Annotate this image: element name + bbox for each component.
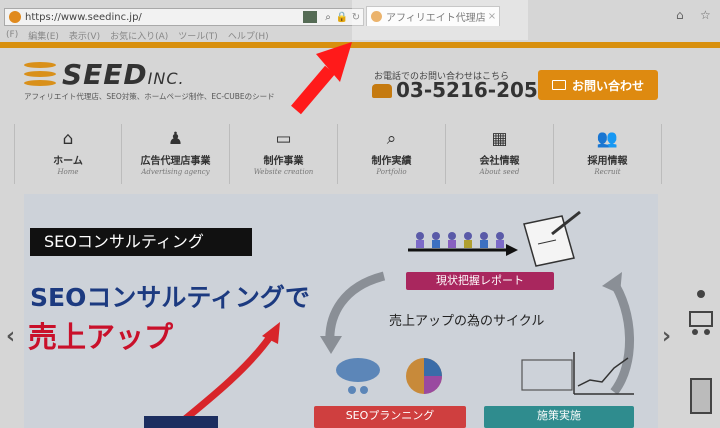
report-label: 現状把握レポート	[406, 272, 554, 290]
search-icon[interactable]: ⌕	[321, 12, 335, 23]
nav-item-portfolio[interactable]: ⌕ 制作実績 Portfolio	[338, 124, 446, 184]
growth-arrow	[171, 332, 275, 428]
cart-icon	[689, 290, 713, 335]
cycle-title: 売上アップの為のサイクル	[389, 314, 545, 329]
people-row-icon	[416, 232, 504, 248]
planning-label: SEOプランニング	[314, 406, 466, 428]
slider-next-button[interactable]: ›	[662, 324, 671, 349]
monitor-tool-icon: ▭	[275, 129, 292, 149]
annotation-arrow-shaft	[291, 65, 335, 115]
menu-item[interactable]: ツール(T)	[178, 29, 218, 42]
annotation-arrow-head	[316, 42, 352, 82]
nav-label: 採用情報	[587, 156, 628, 167]
favorites-star-icon[interactable]: ☆	[700, 8, 711, 22]
nav-label: 会社情報	[479, 156, 520, 167]
seed-logo-icon	[24, 62, 56, 90]
hero-tag: SEOコンサルティング	[30, 228, 252, 256]
cycle-arrowhead-left	[320, 336, 342, 354]
cycle-arrow-right	[608, 277, 634, 395]
report-document-icon	[523, 210, 581, 267]
nav-item-advertising-agency[interactable]: ♟ 広告代理店事業 Advertising agency	[122, 124, 230, 184]
nav-label: 制作実績	[371, 156, 412, 167]
site-top-stripe	[0, 42, 720, 48]
nav-label: 制作事業	[263, 156, 304, 167]
nav-item-recruit[interactable]: 👥 採用情報 Recruit	[554, 124, 662, 184]
building-icon: ▦	[491, 129, 508, 149]
phone-icon	[372, 84, 392, 98]
people-icon: 👥	[596, 129, 619, 149]
hero-slide[interactable]: SEOコンサルティング SEOコンサルティングで 売上アップ 売上アップの為のサ…	[24, 194, 658, 428]
brand-name: SEED	[62, 58, 148, 91]
compat-view-icon[interactable]	[303, 11, 317, 23]
team-icon: ♟	[167, 129, 184, 149]
menu-item[interactable]: お気に入り(A)	[110, 29, 168, 42]
hero-headline-accent: 売上アップ	[28, 320, 174, 354]
global-nav: ⌂ ホーム Home ♟ 広告代理店事業 Advertising agency ▭ 制作事業 W…	[0, 124, 720, 184]
mail-icon	[551, 80, 566, 90]
search-monitor-icon: ⌕	[386, 129, 397, 149]
nav-sublabel: Home	[57, 168, 79, 176]
address-bar[interactable]: https://www.seedinc.jp/ ⌕ 🔒 ↻	[4, 8, 364, 26]
pie-chart-icon	[406, 358, 442, 394]
home-icon: ⌂	[62, 129, 74, 149]
cycle-arrow-left	[325, 271, 386, 345]
logo-text: SEEDINC.	[62, 58, 185, 91]
contact-button[interactable]: お問い合わせ	[538, 70, 658, 100]
menu-item[interactable]: 編集(E)	[28, 29, 59, 42]
brand-suffix: INC.	[147, 69, 185, 88]
progress-arrowhead	[506, 244, 518, 256]
menu-item[interactable]: 表示(V)	[69, 29, 100, 42]
nav-sublabel: Advertising agency	[141, 168, 210, 176]
menu-item[interactable]: ヘルプ(H)	[228, 29, 269, 42]
lock-icon[interactable]: 🔒	[335, 12, 349, 23]
url-text[interactable]: https://www.seedinc.jp/	[25, 12, 303, 23]
cycle-arrowhead-right	[602, 272, 622, 294]
nav-item-about-seed[interactable]: ▦ 会社情報 About seed	[446, 124, 554, 184]
nav-sublabel: Website creation	[253, 168, 314, 176]
cloud-network-icon	[336, 358, 380, 394]
hero-cta-bar	[144, 416, 218, 428]
phone-number[interactable]: 03-5216-2055	[396, 78, 552, 102]
site-favicon	[9, 11, 21, 23]
nav-item-website-creation[interactable]: ▭ 制作事業 Website creation	[230, 124, 338, 184]
nav-item-home[interactable]: ⌂ ホーム Home	[14, 124, 122, 184]
home-icon[interactable]: ⌂	[676, 8, 684, 22]
nav-sublabel: Recruit	[594, 168, 621, 176]
side-device-icon	[690, 378, 712, 414]
hero-headline: SEOコンサルティングで	[30, 283, 310, 312]
screenshot: https://www.seedinc.jp/ ⌕ 🔒 ↻ アフィリエイト代理店…	[0, 0, 720, 428]
site-tagline: アフィリエイト代理店、SEO対策、ホームページ制作、EC-CUBEのシード	[24, 92, 275, 101]
menu-item[interactable]: (F)	[6, 30, 18, 40]
nav-sublabel: About seed	[479, 168, 520, 176]
contact-button-label: お問い合わせ	[571, 78, 644, 93]
nav-sublabel: Portfolio	[376, 168, 407, 176]
menu-bar: (F) 編集(E) 表示(V) お気に入り(A) ツール(T) ヘルプ(H)	[0, 28, 720, 42]
nav-label: ホーム	[53, 156, 83, 167]
execution-label: 施策実施	[484, 406, 634, 428]
nav-label: 広告代理店事業	[140, 156, 211, 167]
slider-prev-button[interactable]: ‹	[6, 324, 15, 349]
